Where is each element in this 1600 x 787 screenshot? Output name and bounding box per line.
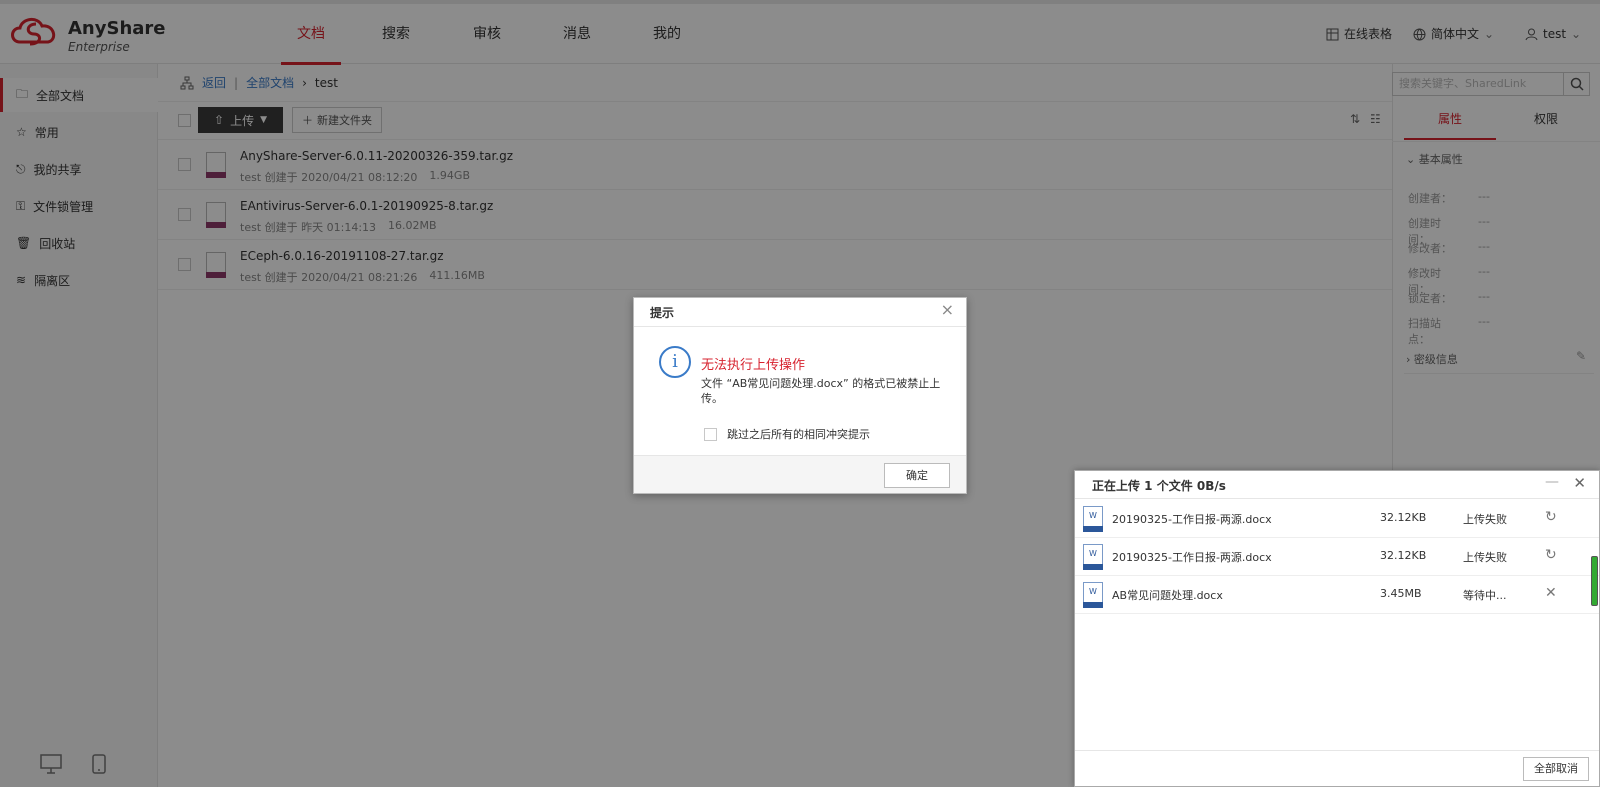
- dialog-message: 文件 “AB常见问题处理.docx” 的格式已被禁止上传。: [701, 377, 941, 405]
- upload-file-name: 20190325-工作日报-两源.docx: [1112, 513, 1272, 526]
- upload-file-name: AB常见问题处理.docx: [1112, 589, 1223, 602]
- upload-file-size: 32.12KB: [1380, 549, 1427, 562]
- upload-row: W 20190325-工作日报-两源.docx 32.12KB 上传失败 ↻: [1075, 538, 1599, 576]
- ok-button[interactable]: 确定: [884, 463, 950, 488]
- upload-status: 等待中...: [1463, 589, 1507, 602]
- divider: [634, 326, 966, 327]
- upload-panel-title: 正在上传 1 个文件 0B/s: [1092, 479, 1226, 493]
- alert-dialog: 提示 × i 无法执行上传操作 文件 “AB常见问题处理.docx” 的格式已被…: [633, 297, 967, 494]
- cancel-all-button[interactable]: 全部取消: [1523, 757, 1589, 781]
- upload-panel-header: 正在上传 1 个文件 0B/s — ✕: [1075, 471, 1599, 499]
- word-file-icon: W: [1083, 506, 1103, 532]
- scroll-indicator[interactable]: [1591, 556, 1598, 606]
- info-icon: i: [659, 346, 691, 378]
- skip-conflicts-checkbox[interactable]: [704, 427, 717, 441]
- retry-icon[interactable]: ↻: [1545, 509, 1557, 525]
- close-icon[interactable]: ×: [941, 300, 954, 319]
- upload-file-size: 3.45MB: [1380, 587, 1422, 600]
- minimize-icon[interactable]: —: [1545, 474, 1559, 490]
- upload-row: W AB常见问题处理.docx 3.45MB 等待中... ✕: [1075, 576, 1599, 614]
- upload-file-name: 20190325-工作日报-两源.docx: [1112, 551, 1272, 564]
- retry-icon[interactable]: ↻: [1545, 547, 1557, 563]
- close-icon[interactable]: ✕: [1573, 474, 1586, 492]
- upload-panel-footer: 全部取消: [1075, 750, 1599, 786]
- dialog-heading: 无法执行上传操作: [701, 358, 806, 373]
- upload-progress-panel: 正在上传 1 个文件 0B/s — ✕ W 20190325-工作日报-两源.d…: [1074, 470, 1600, 787]
- checkbox-label: 跳过之后所有的相同冲突提示: [727, 428, 870, 441]
- word-file-icon: W: [1083, 544, 1103, 570]
- dialog-title: 提示: [650, 306, 675, 320]
- upload-status: 上传失败: [1463, 551, 1507, 564]
- upload-row: W 20190325-工作日报-两源.docx 32.12KB 上传失败 ↻: [1075, 500, 1599, 538]
- skip-conflicts-option[interactable]: 跳过之后所有的相同冲突提示: [704, 426, 870, 442]
- word-file-icon: W: [1083, 582, 1103, 608]
- cancel-icon[interactable]: ✕: [1545, 585, 1557, 601]
- upload-file-size: 32.12KB: [1380, 511, 1427, 524]
- dialog-footer: 确定: [634, 455, 966, 493]
- upload-status: 上传失败: [1463, 513, 1507, 526]
